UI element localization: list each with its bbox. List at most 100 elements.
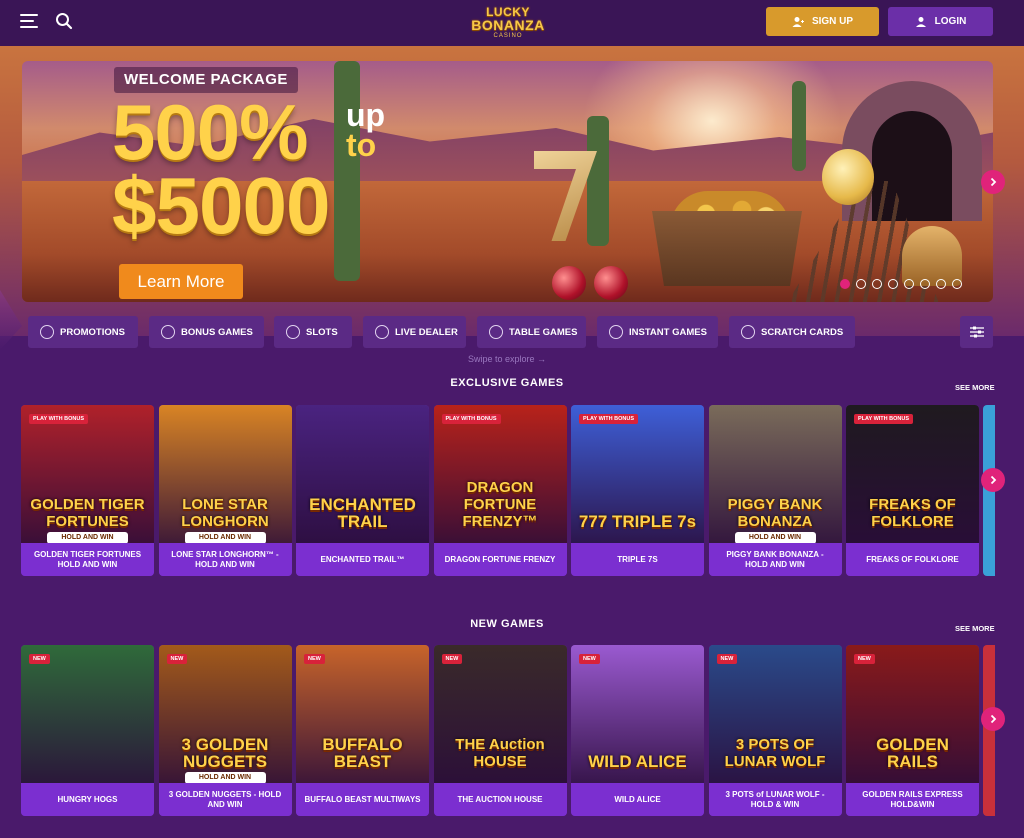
game-badge: PLAY WITH BONUS xyxy=(579,414,639,424)
game-card[interactable]: NEW 3 POTS OF LUNAR WOLF 3 POTS of LUNAR W… xyxy=(708,645,842,816)
game-name: GOLDEN RAILS EXPRESS HOLD&WIN xyxy=(846,783,979,816)
game-thumbnail: PLAY WITH BONUS 777 TRIPLE 7s xyxy=(571,405,704,548)
swipe-hint: Swipe to explore → xyxy=(467,354,547,364)
carousel-dot[interactable] xyxy=(920,279,930,289)
game-badge: NEW xyxy=(579,654,600,664)
game-card[interactable]: NEW GOLDEN RAILS GOLDEN RAILS EXPRESS HOLD… xyxy=(846,645,979,816)
game-logo-text: GOLDEN RAILS xyxy=(876,735,949,771)
user-plus-icon xyxy=(792,16,804,27)
category-label: INSTANT GAMES xyxy=(629,326,707,338)
casino-logo[interactable]: LUCKY BONANZA CASINO xyxy=(462,6,554,40)
filter-button[interactable] xyxy=(960,316,993,348)
category-scratch-cards[interactable]: SCRATCH CARDS xyxy=(729,316,855,348)
category-label: SLOTS xyxy=(306,326,338,338)
cactus-image xyxy=(792,81,806,171)
star-icon xyxy=(161,325,175,339)
game-name: LONE STAR LONGHORN™ - HOLD AND WIN xyxy=(158,543,292,576)
exclusive-games-title: EXCLUSIVE GAMES xyxy=(450,377,564,389)
game-card[interactable]: PIGGY BANK BONANZA HOLD AND WIN PIGGY BANK… xyxy=(708,405,842,576)
carousel-dot[interactable] xyxy=(952,279,962,289)
game-logo-text: 777 TRIPLE 7s xyxy=(578,512,697,531)
instant-icon xyxy=(609,325,623,339)
logo-line2: BONANZA xyxy=(471,17,545,33)
game-card[interactable]: PLAY WITH BONUS DRAGON FORTUNE FRENZY™ DRA… xyxy=(433,405,567,576)
user-icon xyxy=(915,16,926,27)
game-thumbnail: NEW THE Auction HOUSE xyxy=(433,645,567,788)
game-name: WILD ALICE xyxy=(571,783,704,816)
game-thumbnail: NEW BUFFALO BEAST xyxy=(296,645,429,788)
scratch-icon xyxy=(741,325,755,339)
game-card[interactable]: NEW 3 GOLDEN NUGGETS HOLD AND WIN 3 GOLDEN … xyxy=(158,645,292,816)
game-logo-text: 3 POTS OF LUNAR WOLF xyxy=(724,736,826,770)
carousel-dot[interactable] xyxy=(936,279,946,289)
game-card[interactable]: NEW BUFFALO BEAST BUFFALO BEAST MULTIWAYS xyxy=(296,645,429,816)
game-thumbnail: LONE STAR LONGHORN HOLD AND WIN xyxy=(158,405,292,548)
game-card[interactable]: NEW WILD ALICE WILD ALICE xyxy=(571,645,704,816)
game-card[interactable]: NEW THE Auction HOUSE THE AUCTION HOUSE xyxy=(433,645,567,816)
game-card[interactable]: PLAY WITH BONUS GOLDEN TIGER FORTUNES HOLD… xyxy=(21,405,154,576)
chevron-right-icon xyxy=(990,475,997,485)
bell-image xyxy=(902,226,962,286)
carousel-dot[interactable] xyxy=(856,279,866,289)
new-games-title: NEW GAMES xyxy=(470,618,544,630)
game-logo-text: 3 GOLDEN NUGGETS xyxy=(181,735,269,771)
game-badge: PLAY WITH BONUS xyxy=(854,414,914,424)
chevron-right-icon xyxy=(990,177,997,187)
game-name: 3 GOLDEN NUGGETS - HOLD AND WIN xyxy=(158,783,292,816)
category-live-dealer[interactable]: LIVE DEALER xyxy=(363,316,466,348)
exclusive-next-button[interactable] xyxy=(981,468,1005,492)
category-bonus-games[interactable]: BONUS GAMES xyxy=(149,316,264,348)
game-logo-text: DRAGON FORTUNE FRENZY™ xyxy=(462,479,538,530)
game-thumbnail: PLAY WITH BONUS FREAKS OF FOLKLORE xyxy=(846,405,979,548)
game-card[interactable]: ENCHANTED TRAIL ENCHANTED TRAIL™ xyxy=(296,405,429,576)
game-thumbnail: NEW 3 POTS OF LUNAR WOLF xyxy=(708,645,842,788)
promotions-icon xyxy=(40,325,54,339)
category-instant-games[interactable]: INSTANT GAMES xyxy=(597,316,718,348)
login-button[interactable]: LOGIN xyxy=(888,7,993,36)
cherries-icon xyxy=(286,325,300,339)
category-table-games[interactable]: TABLE GAMES xyxy=(477,316,586,348)
cactus-image xyxy=(334,61,360,281)
game-name: 3 POTS of LUNAR WOLF - HOLD & WIN xyxy=(708,783,842,816)
carousel-dot[interactable] xyxy=(888,279,898,289)
new-games-next-button[interactable] xyxy=(981,707,1005,731)
hero-next-button[interactable] xyxy=(981,170,1005,194)
signup-button[interactable]: SIGN UP xyxy=(766,7,879,36)
game-logo-text: PIGGY BANK BONANZA xyxy=(727,496,823,530)
game-thumbnail: ENCHANTED TRAIL xyxy=(296,405,429,548)
game-card[interactable]: PLAY WITH BONUS FREAKS OF FOLKLORE FREAKS … xyxy=(846,405,979,576)
exclusive-games-row: PLAY WITH BONUS GOLDEN TIGER FORTUNES HOLD… xyxy=(21,405,1024,576)
cherries-image xyxy=(552,266,642,302)
category-label: PROMOTIONS xyxy=(60,326,125,338)
new-games-see-more-link[interactable]: SEE MORE xyxy=(955,624,995,633)
category-slots[interactable]: SLOTS xyxy=(274,316,352,348)
category-promotions[interactable]: PROMOTIONS xyxy=(28,316,138,348)
game-badge: PLAY WITH BONUS xyxy=(441,414,501,424)
hero-up: up xyxy=(346,97,386,133)
carousel-dot[interactable] xyxy=(904,279,914,289)
carousel-dot[interactable] xyxy=(872,279,882,289)
game-badge: PLAY WITH BONUS xyxy=(29,414,89,424)
mine-cart xyxy=(652,211,802,286)
game-thumbnail: PLAY WITH BONUS DRAGON FORTUNE FRENZY™ xyxy=(433,405,567,548)
search-icon[interactable] xyxy=(55,12,73,30)
game-card[interactable]: NEW HUNGRY HOGS xyxy=(21,645,154,816)
hero-amount: $5000 xyxy=(112,161,330,250)
game-card[interactable]: PLAY WITH BONUS 777 TRIPLE 7s TRIPLE 7S xyxy=(571,405,704,576)
game-name: HUNGRY HOGS xyxy=(21,783,154,816)
game-logo-text: WILD ALICE xyxy=(588,752,687,771)
game-card[interactable]: LONE STAR LONGHORN HOLD AND WIN LONE STAR … xyxy=(158,405,292,576)
game-thumbnail: PIGGY BANK BONANZA HOLD AND WIN xyxy=(708,405,842,548)
game-logo-text: GOLDEN TIGER FORTUNES xyxy=(30,496,145,530)
carousel-dot[interactable] xyxy=(840,279,850,289)
learn-more-button[interactable]: Learn More xyxy=(119,264,243,299)
game-badge: NEW xyxy=(304,654,325,664)
game-badge: NEW xyxy=(441,654,463,664)
game-thumbnail: NEW xyxy=(21,645,154,788)
login-label: LOGIN xyxy=(934,16,967,27)
game-badge: NEW xyxy=(166,654,188,664)
game-badge: NEW xyxy=(854,654,875,664)
exclusive-see-more-link[interactable]: SEE MORE xyxy=(955,383,995,392)
category-label: BONUS GAMES xyxy=(181,326,253,338)
hamburger-icon[interactable] xyxy=(20,14,38,30)
